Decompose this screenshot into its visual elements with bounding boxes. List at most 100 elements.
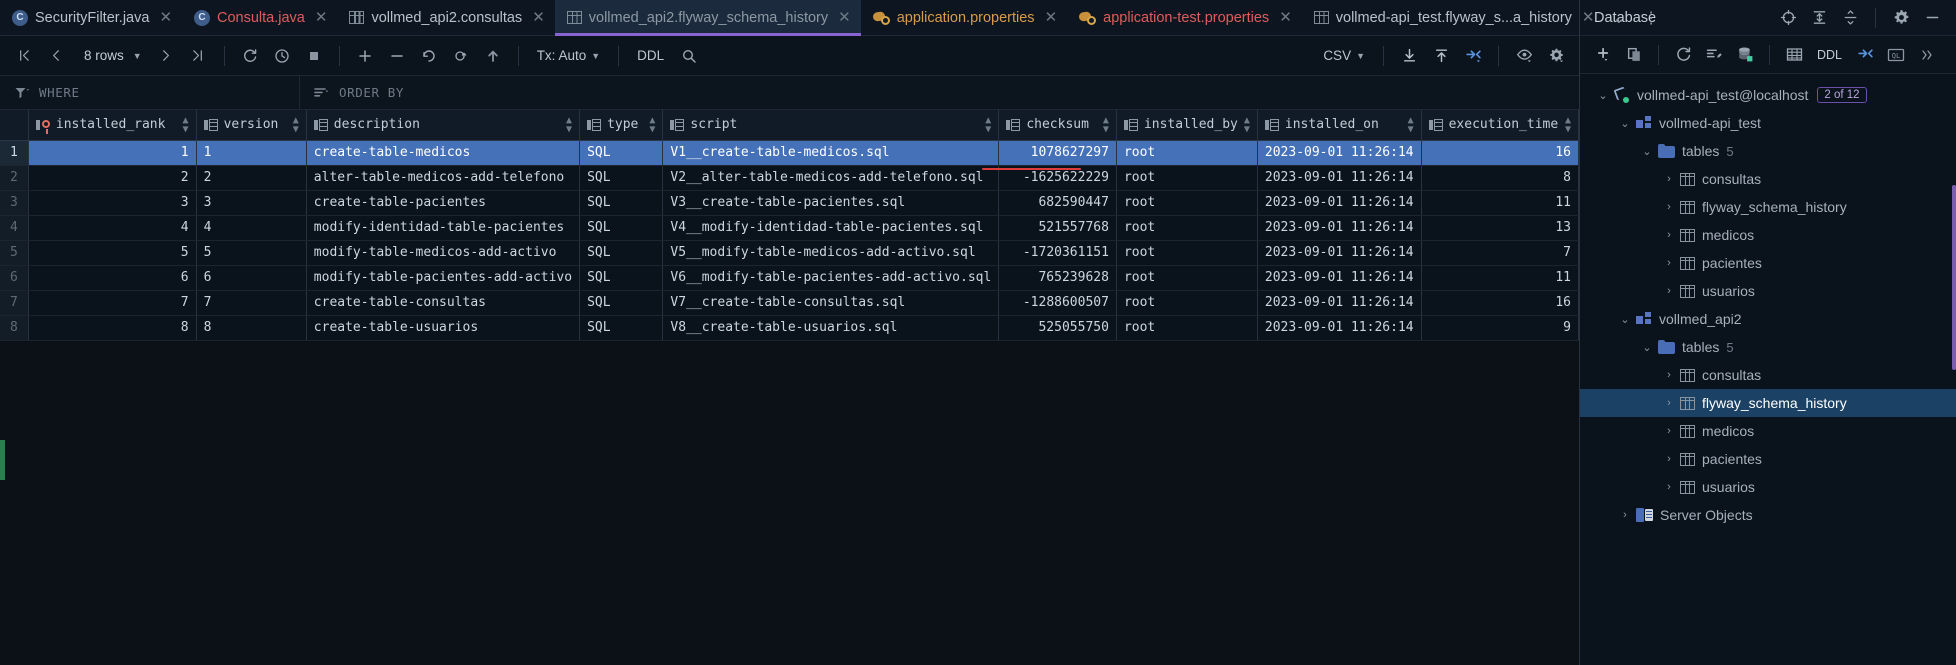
cell-checksum[interactable]: 1078627297 xyxy=(998,140,1117,166)
table-row[interactable]: 2 2 2 alter-table-medicos-add-telefono SQL V2… xyxy=(0,165,1579,191)
data-source-icon[interactable] xyxy=(1730,42,1760,68)
tree-node-pacientes[interactable]: › pacientes xyxy=(1580,249,1956,277)
close-icon[interactable]: ✕ xyxy=(532,10,545,25)
cell-type[interactable]: SQL xyxy=(579,165,664,191)
column-header-checksum[interactable]: checksum ▲ ▼ xyxy=(998,110,1117,141)
cell-checksum[interactable]: 765239628 xyxy=(998,265,1117,291)
cell-installed_by[interactable]: root xyxy=(1116,165,1258,191)
jump-icon[interactable] xyxy=(1458,43,1488,69)
revert-selected-icon[interactable] xyxy=(446,43,476,69)
cell-script[interactable]: V1__create-table-medicos.sql xyxy=(662,140,1000,166)
submit-icon[interactable] xyxy=(478,43,508,69)
close-icon[interactable]: ✕ xyxy=(1582,10,1595,25)
tree-node-vollmed-api2[interactable]: ⌄ vollmed_api2 xyxy=(1580,305,1956,333)
cell-installed_rank[interactable]: 1 xyxy=(28,140,197,166)
tree-node-usuarios[interactable]: › usuarios xyxy=(1580,277,1956,305)
column-header-script[interactable]: script ▲ ▼ xyxy=(662,110,1000,141)
column-header-installed_on[interactable]: installed_on ▲ ▼ xyxy=(1257,110,1422,141)
cell-description[interactable]: create-table-usuarios xyxy=(306,315,581,341)
tree-node-tables[interactable]: ⌄ tables 5 xyxy=(1580,333,1956,361)
stop-icon[interactable] xyxy=(299,43,329,69)
tree-node-vollmed-api-test[interactable]: ⌄ vollmed-api_test xyxy=(1580,109,1956,137)
cell-description[interactable]: create-table-medicos xyxy=(306,140,581,166)
cell-execution_time[interactable]: 11 xyxy=(1421,265,1579,291)
more-options-icon[interactable]: ⋮ xyxy=(1637,4,1665,32)
first-page-icon[interactable] xyxy=(8,43,38,69)
tx-mode-dropdown[interactable]: Tx: Auto ▼ xyxy=(529,43,608,69)
chevron-right-icon[interactable]: › xyxy=(1658,229,1680,241)
cell-installed_by[interactable]: root xyxy=(1116,140,1258,166)
table-row[interactable]: 1 1 1 create-table-medicos SQL V1__create-tab… xyxy=(0,140,1579,166)
close-icon[interactable]: ✕ xyxy=(838,10,851,25)
locate-icon[interactable] xyxy=(1774,5,1802,31)
tree-node-consultas[interactable]: › consultas xyxy=(1580,361,1956,389)
minimize-icon[interactable] xyxy=(1918,5,1946,31)
cell-checksum[interactable]: 521557768 xyxy=(998,215,1117,241)
cell-type[interactable]: SQL xyxy=(579,190,664,216)
cell-installed_rank[interactable]: 7 xyxy=(28,290,197,316)
cell-script[interactable]: V2__alter-table-medicos-add-telefono.sql xyxy=(662,165,1000,191)
cell-type[interactable]: SQL xyxy=(579,140,664,166)
query-console-icon[interactable]: QL xyxy=(1881,42,1911,68)
table-row[interactable]: 3 3 3 create-table-pacientes SQL V3__create-t… xyxy=(0,190,1579,216)
cell-execution_time[interactable]: 16 xyxy=(1421,140,1579,166)
history-icon[interactable] xyxy=(267,43,297,69)
chevron-down-icon[interactable]: ⌄ xyxy=(1592,89,1614,102)
cell-installed_on[interactable]: 2023-09-01 11:26:14 xyxy=(1257,315,1422,341)
cell-installed_by[interactable]: root xyxy=(1116,315,1258,341)
tree-scrollbar[interactable] xyxy=(1952,185,1956,370)
chevron-right-icon[interactable]: › xyxy=(1658,369,1680,381)
tree-node-medicos[interactable]: › medicos xyxy=(1580,417,1956,445)
editor-tab-0[interactable]: C SecurityFilter.java ✕ xyxy=(0,0,182,35)
cell-script[interactable]: V3__create-table-pacientes.sql xyxy=(662,190,1000,216)
cell-installed_rank[interactable]: 2 xyxy=(28,165,197,191)
tree-node-server-objects[interactable]: › Server Objects xyxy=(1580,501,1956,529)
cell-script[interactable]: V6__modify-table-pacientes-add-activo.sq… xyxy=(662,265,1000,291)
cell-installed_rank[interactable]: 8 xyxy=(28,315,197,341)
order-by-filter-input[interactable]: ORDER BY xyxy=(300,76,1579,109)
cell-installed_rank[interactable]: 6 xyxy=(28,265,197,291)
cell-type[interactable]: SQL xyxy=(579,265,664,291)
column-header-type[interactable]: type ▲ ▼ xyxy=(579,110,664,141)
editor-tab-1[interactable]: C Consulta.java ✕ xyxy=(182,0,337,35)
cell-checksum[interactable]: -1720361151 xyxy=(998,240,1117,266)
column-header-installed_rank[interactable]: installed_rank ▲ ▼ xyxy=(28,110,197,141)
sort-toggle-icon[interactable]: ▲ ▼ xyxy=(293,115,299,134)
editor-tab-4[interactable]: application.properties ✕ xyxy=(861,0,1067,35)
chevron-right-icon[interactable]: › xyxy=(1658,481,1680,493)
cell-installed_by[interactable]: root xyxy=(1116,190,1258,216)
cell-checksum[interactable]: 525055750 xyxy=(998,315,1117,341)
cell-version[interactable]: 6 xyxy=(196,265,307,291)
cell-type[interactable]: SQL xyxy=(579,215,664,241)
cell-version[interactable]: 3 xyxy=(196,190,307,216)
add-row-icon[interactable] xyxy=(350,43,380,69)
cell-description[interactable]: modify-table-pacientes-add-activo xyxy=(306,265,581,291)
ddl-button[interactable]: DDL xyxy=(1810,48,1849,62)
cell-execution_time[interactable]: 16 xyxy=(1421,290,1579,316)
cell-installed_on[interactable]: 2023-09-01 11:26:14 xyxy=(1257,240,1422,266)
sort-toggle-icon[interactable]: ▲ ▼ xyxy=(566,115,572,134)
table-row[interactable]: 5 5 5 modify-table-medicos-add-activo SQL V5_… xyxy=(0,240,1579,266)
cell-installed_rank[interactable]: 5 xyxy=(28,240,197,266)
cell-installed_on[interactable]: 2023-09-01 11:26:14 xyxy=(1257,140,1422,166)
reload-icon[interactable] xyxy=(235,43,265,69)
table-row[interactable]: 7 7 7 create-table-consultas SQL V7__create-t… xyxy=(0,290,1579,316)
tree-node-pacientes[interactable]: › pacientes xyxy=(1580,445,1956,473)
tree-node-medicos[interactable]: › medicos xyxy=(1580,221,1956,249)
export-icon[interactable] xyxy=(1426,43,1456,69)
chevron-right-icon[interactable]: › xyxy=(1614,509,1636,521)
editor-tab-3[interactable]: vollmed_api2.flyway_schema_history ✕ xyxy=(554,0,861,36)
sort-toggle-icon[interactable]: ▲ ▼ xyxy=(183,115,189,134)
chevron-right-icon[interactable]: › xyxy=(1658,453,1680,465)
search-icon[interactable] xyxy=(674,43,704,69)
editor-tab-2[interactable]: vollmed_api2.consultas ✕ xyxy=(337,0,554,35)
sort-toggle-icon[interactable]: ▲ ▼ xyxy=(1103,115,1109,134)
cell-installed_on[interactable]: 2023-09-01 11:26:14 xyxy=(1257,265,1422,291)
jump-icon[interactable] xyxy=(1850,42,1880,68)
export-format-dropdown[interactable]: CSV ▼ xyxy=(1315,43,1373,69)
cell-version[interactable]: 8 xyxy=(196,315,307,341)
cell-installed_on[interactable]: 2023-09-01 11:26:14 xyxy=(1257,290,1422,316)
editor-tab-6[interactable]: vollmed-api_test.flyway_s...a_history ✕ xyxy=(1302,0,1605,35)
sort-toggle-icon[interactable]: ▲ ▼ xyxy=(649,115,655,134)
chevron-right-icon[interactable]: › xyxy=(1658,285,1680,297)
